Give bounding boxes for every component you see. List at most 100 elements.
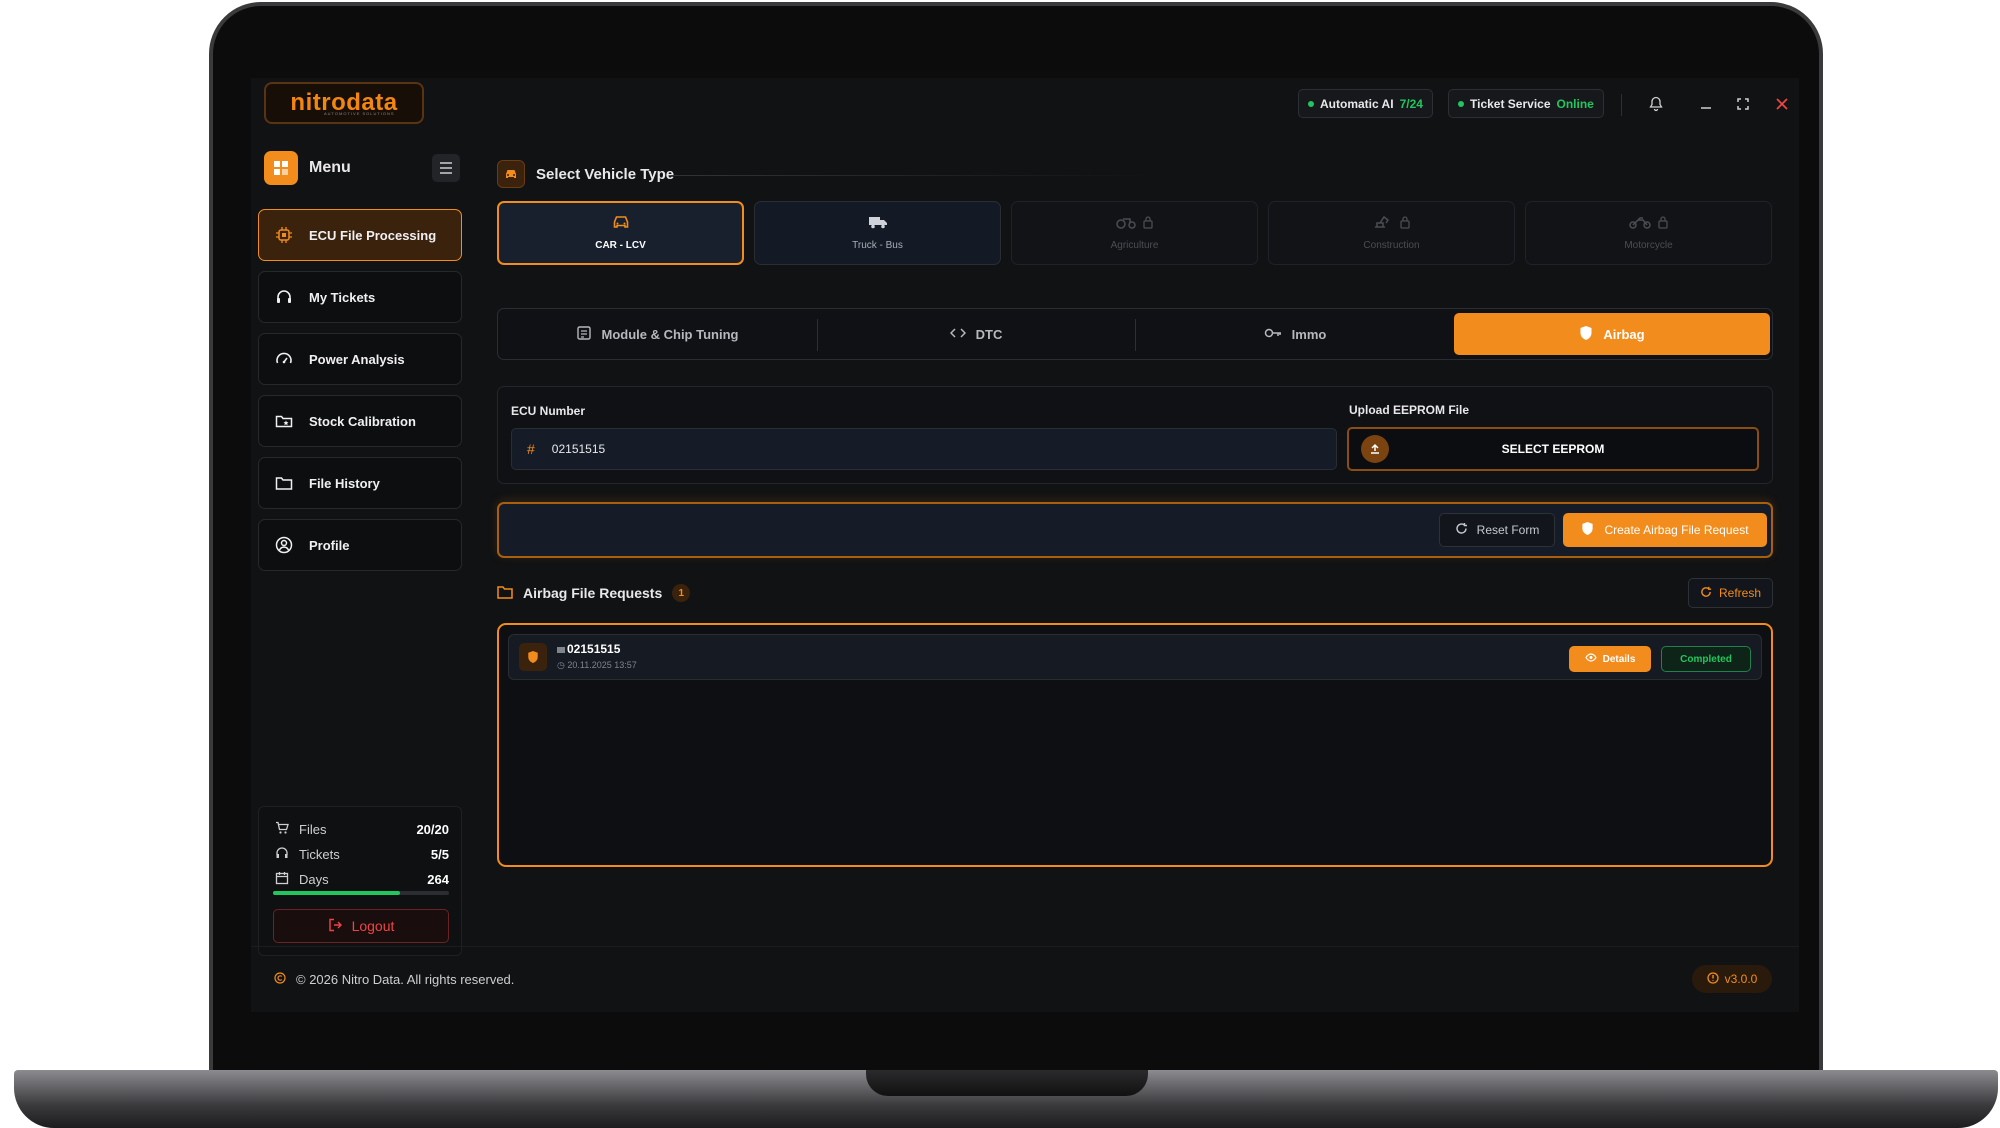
gauge-icon [273,348,295,370]
select-eeprom-button[interactable]: SELECT EEPROM [1347,427,1759,471]
sidebar-item-label: My Tickets [309,289,376,305]
hash-icon: # [527,441,535,457]
headset-icon [273,846,291,863]
bell-icon[interactable] [1642,90,1670,118]
days-progress-fill [273,891,400,895]
stat-tickets-label: Tickets [299,847,340,862]
ticket-service-status: Ticket Service Online [1448,89,1604,118]
upload-icon [1361,435,1389,463]
requests-count-badge: 1 [672,584,691,602]
excavator-lock-icon [1373,215,1411,234]
copyright: © 2026 Nitro Data. All rights reserved. [274,972,514,987]
logout-label: Logout [351,918,395,934]
clock-icon: ◷ [557,660,565,670]
vehicle-type-car-lcv[interactable]: CAR - LCV [497,201,744,265]
airbag-form: ECU Number # 02151515 Upload EEPROM File… [497,386,1773,484]
shield-icon [1581,521,1594,539]
cart-icon [273,821,291,838]
sidebar-item-my-tickets[interactable]: My Tickets [258,271,462,323]
refresh-label: Refresh [1718,586,1762,600]
hamburger-icon[interactable] [432,154,460,182]
refresh-button[interactable]: Refresh [1688,578,1773,608]
motorcycle-lock-icon [1628,215,1669,234]
ticket-service-label: Ticket Service [1470,96,1551,111]
status-badge: Completed [1661,646,1751,672]
close-icon[interactable] [1768,90,1796,118]
tab-airbag[interactable]: Airbag [1454,313,1770,355]
vehicle-type-truck-bus[interactable]: Truck - Bus [754,201,1001,265]
sidebar-item-label: Stock Calibration [309,413,416,429]
car-icon [497,160,525,188]
automatic-ai-value: 7/24 [1399,96,1423,111]
request-date-text: 20.11.2025 13:57 [567,660,637,670]
sidebar-item-stock-calibration[interactable]: Stock Calibration [258,395,462,447]
create-airbag-request-button[interactable]: Create Airbag File Request [1563,513,1767,547]
copyright-icon [274,972,286,987]
menu-title: Menu [309,159,351,176]
tab-module-chip-tuning[interactable]: Module & Chip Tuning [502,313,812,355]
user-icon [273,534,295,556]
sidebar-item-label: Power Analysis [309,351,405,367]
reset-form-button[interactable]: Reset Form [1439,513,1555,547]
calendar-icon [273,871,291,888]
laptop-notch [866,1070,1148,1096]
footer: © 2026 Nitro Data. All rights reserved. … [251,946,1799,1006]
tab-immo[interactable]: Immo [1140,313,1450,355]
minimize-icon[interactable] [1692,90,1720,118]
tab-divider [817,319,818,351]
form-action-bar: Reset Form Create Airbag File Request [497,502,1773,558]
folder-icon [497,585,513,602]
refresh-icon [1700,586,1712,601]
dashboard-icon [264,151,298,185]
shield-icon [1579,325,1593,344]
eye-icon [1584,653,1597,665]
ecu-chip-icon [557,646,565,653]
automatic-ai-label: Automatic AI [1320,96,1394,111]
brand-subtitle: AUTOMOTIVE SOLUTIONS [324,111,395,116]
sidebar-item-power-analysis[interactable]: Power Analysis [258,333,462,385]
app-logo: nitrodata AUTOMOTIVE SOLUTIONS [264,82,424,124]
car-icon [612,215,630,234]
tab-label: Module & Chip Tuning [601,326,739,342]
ticket-service-value: Online [1556,96,1594,111]
info-icon [1706,971,1719,987]
tractor-lock-icon [1115,215,1154,234]
create-airbag-request-label: Create Airbag File Request [1604,523,1749,537]
logout-icon [328,918,342,935]
sidebar-item-file-history[interactable]: File History [258,457,462,509]
chip-icon [576,325,592,344]
airbag-requests-header: Airbag File Requests 1 [497,584,691,602]
maximize-icon[interactable] [1729,90,1757,118]
version-badge: v3.0.0 [1692,965,1772,993]
vehicle-type-label: Agriculture [1110,240,1159,251]
topbar-divider [1621,94,1622,116]
stat-files: Files 20/20 [273,821,449,838]
sidebar-item-label: File History [309,475,380,491]
sidebar-item-ecu-file-processing[interactable]: ECU File Processing [258,209,462,261]
reset-form-label: Reset Form [1476,523,1540,537]
tab-label: Immo [1291,326,1327,342]
vehicle-type-label: Construction [1363,240,1420,251]
headset-icon [273,286,295,308]
folder-icon [273,472,295,494]
stat-days-value: 264 [427,872,449,887]
stat-tickets: Tickets 5/5 [273,846,449,863]
key-icon [1264,327,1282,342]
logout-button[interactable]: Logout [273,909,449,943]
ecu-number-label: ECU Number [511,404,586,418]
tab-dtc[interactable]: DTC [821,313,1131,355]
request-id-text: 02151515 [567,642,621,656]
list-item[interactable]: 02151515 ◷ 20.11.2025 13:57 Details Comp… [508,634,1762,680]
airbag-requests-title: Airbag File Requests [523,585,663,601]
airbag-requests-list: 02151515 ◷ 20.11.2025 13:57 Details Comp… [497,623,1773,867]
version-text: v3.0.0 [1724,972,1758,986]
cpu-icon [273,224,295,246]
service-tabs: Module & Chip Tuning DTC Immo Airbag [497,308,1773,360]
vehicle-type-motorcycle: Motorcycle [1525,201,1772,265]
tab-label: Airbag [1603,326,1645,342]
sidebar-item-profile[interactable]: Profile [258,519,462,571]
ecu-number-input[interactable]: # 02151515 [511,428,1337,470]
select-eeprom-label: SELECT EEPROM [1501,442,1605,456]
details-button[interactable]: Details [1569,646,1651,672]
tab-divider [1135,319,1136,351]
